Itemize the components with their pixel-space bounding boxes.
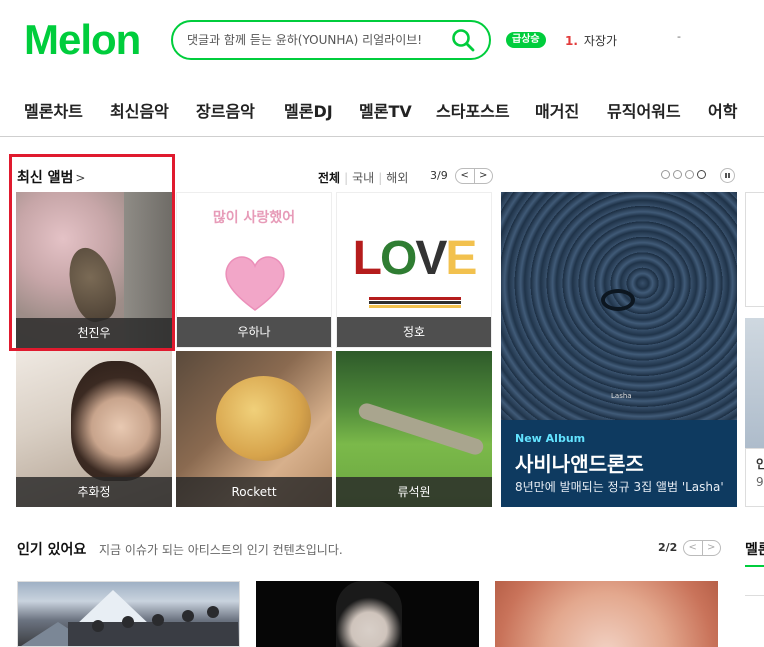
album-artist: 추화정 [16,477,172,507]
popular-section-desc: 지금 이슈가 되는 아티스트의 인기 컨텐츠입니다. [99,543,343,557]
banner-description: 8년만에 발매되는 정규 3집 앨범 'Lasha' [515,480,724,494]
header-dash: - [677,30,681,43]
banner-page-dots [661,170,706,179]
peek-card [745,192,764,307]
banner-label: New Album [515,432,586,445]
banner-cover-text: Lasha [611,392,632,400]
album-cover-art [71,361,161,481]
album-cover-art [356,401,486,457]
album-tile[interactable]: 류석원 [336,351,492,507]
portrait-image [336,581,402,647]
latest-albums-title[interactable]: 최신 앨범 > [17,167,85,187]
banner-dot[interactable] [661,170,670,179]
album-artist: 천진우 [16,318,172,348]
banner-cover-object [601,289,635,311]
album-tile[interactable]: 추화정 [16,351,172,507]
album-tile[interactable]: 천진우 [16,192,172,348]
rising-badge: 급상승 [506,32,546,48]
album-cover-art [216,376,311,461]
popular-prev-button[interactable]: < [684,541,703,555]
search-icon[interactable] [451,28,475,52]
filter-domestic[interactable]: 국내 [352,171,374,185]
cover-stripe [369,301,461,304]
banner-dot-active[interactable] [697,170,706,179]
nav-melon-chart[interactable]: 멜론차트 [24,98,83,122]
nav-divider [0,136,764,137]
peek-card [745,318,764,448]
filter-all[interactable]: 전체 [318,171,340,185]
melon-logo[interactable]: Melon [24,16,141,63]
peek-text: 인 [756,457,764,471]
side-section-title[interactable]: 멜론 [745,539,764,559]
next-page-button[interactable]: > [475,169,493,183]
nav-magazine[interactable]: 매거진 [535,98,579,122]
album-cover-text: LOVE [352,232,478,285]
album-artist: 정호 [337,317,491,347]
cover-stripe [369,305,461,308]
cover-stripe [369,297,461,300]
peek-card: 인 9 [745,448,764,507]
main-nav: 멜론차트 최신음악 장르음악 멜론DJ 멜론TV 스타포스트 매거진 뮤직어워드… [0,92,764,126]
popular-section-title: 인기 있어요 [17,542,87,558]
heart-icon [225,256,285,311]
popular-next-button[interactable]: > [703,541,721,555]
popular-content-thumb[interactable] [495,581,718,647]
nav-genre-music[interactable]: 장르음악 [196,98,255,122]
popular-content-thumb[interactable] [256,581,479,647]
search-box[interactable] [171,20,491,60]
popular-pager-buttons: < > [683,540,721,556]
album-tile[interactable]: LOVE 정호 [336,192,492,348]
latest-albums-title-text: 최신 앨범 [17,170,74,186]
album-artist: 류석원 [336,477,492,507]
nav-language[interactable]: 어학 [708,98,737,122]
album-tile[interactable]: 많이 사랑했어 우하나 [176,192,332,348]
peek-text: 9 [756,475,764,489]
album-artist: Rockett [176,477,332,507]
nav-melon-tv[interactable]: 멜론TV [359,98,412,122]
album-cover-text: 많이 사랑했어 [212,210,296,226]
album-tile[interactable]: Rockett [176,351,332,507]
mountain-image [21,590,238,646]
prev-page-button[interactable]: < [456,169,475,183]
side-tab-underline [745,565,764,567]
banner-dot[interactable] [673,170,682,179]
pause-icon[interactable] [720,168,735,183]
search-input[interactable] [187,30,447,50]
banner-info-panel: New Album 사비나앤드론즈 8년만에 발매되는 정규 3집 앨범 'La… [501,420,737,507]
album-cover-art [62,242,122,327]
featured-album-banner[interactable]: Lasha New Album 사비나앤드론즈 8년만에 발매되는 정규 3집 … [501,192,737,507]
album-page-indicator: 3/9 [430,169,448,182]
nav-melon-dj[interactable]: 멜론DJ [284,98,333,122]
album-pager-buttons: < > [455,168,493,184]
album-filter-tabs: 전체 | 국내 | 해외 [318,169,408,186]
popular-page-indicator: 2/2 [658,541,678,554]
trending-keyword[interactable]: 1. 자장가 [565,32,617,49]
filter-separator: | [378,171,383,185]
trend-rank: 1. [565,34,578,48]
logo-text: Melon [24,16,141,63]
banner-dot[interactable] [685,170,694,179]
nav-star-post[interactable]: 스타포스트 [436,98,510,122]
side-divider [745,595,764,596]
banner-title: 사비나앤드론즈 [515,452,644,476]
filter-foreign[interactable]: 해외 [386,171,408,185]
popular-content-thumb[interactable] [17,581,240,647]
trend-keyword-text: 자장가 [583,34,618,48]
filter-separator: | [344,171,349,185]
nav-latest-music[interactable]: 최신음악 [110,98,169,122]
album-artist: 우하나 [177,317,331,347]
next-banner-peek[interactable]: 인 9 [745,192,764,507]
chevron-right-icon: > [75,171,86,185]
nav-music-awards[interactable]: 뮤직어워드 [607,98,681,122]
